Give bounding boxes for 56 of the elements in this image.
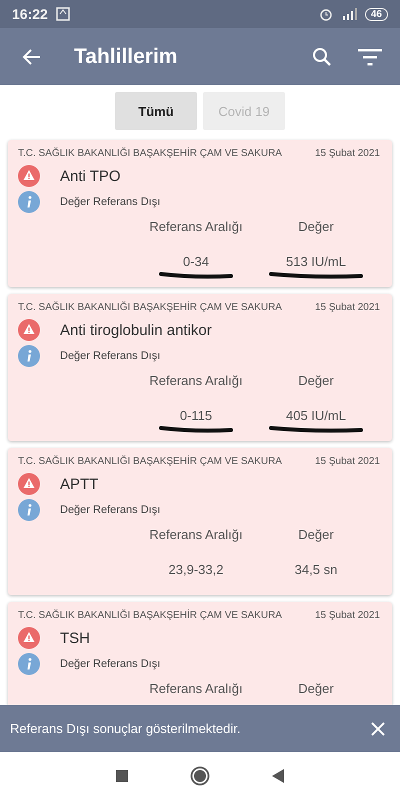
range-label: Referans Aralığı (149, 373, 243, 388)
info-icon (18, 499, 40, 521)
status-time: 16:22 (12, 6, 48, 22)
value-label: Değer (298, 219, 334, 234)
value-label: Değer (298, 681, 334, 696)
result-date: 15 Şubat 2021 (314, 610, 380, 621)
screen-title: Tahlillerim (74, 44, 178, 68)
signal-icon (340, 8, 357, 20)
institution-name: T.C. SAĞLIK BAKANLIĞI BAŞAKŞEHİR ÇAM VE SAKURA (18, 302, 282, 313)
institution-name: T.C. SAĞLIK BAKANLIĞI BAŞAKŞEHİR ÇAM VE SAKURA (18, 148, 282, 159)
home-button[interactable] (190, 766, 210, 786)
result-status: Değer Referans Dışı (60, 658, 160, 670)
result-value: 513 IU/mL (286, 254, 346, 269)
test-name: APTT (60, 476, 98, 492)
info-icon (18, 345, 40, 367)
warning-icon (18, 627, 40, 649)
test-name: Anti TPO (60, 168, 121, 184)
snackbar-message: Referans Dışı sonuçlar gösterilmektedir. (10, 721, 242, 736)
result-card[interactable]: T.C. SAĞLIK BAKANLIĞI BAŞAKŞEHİR ÇAM VE SAKURA 15 Şubat 2021 Anti TPO Değer Referans Dışı Referans Aralığı Değer 0-34 513 IU/mL (8, 140, 392, 287)
value-label: Değer (298, 373, 334, 388)
warning-icon (18, 473, 40, 495)
back-nav-button[interactable] (272, 769, 284, 783)
result-date: 15 Şubat 2021 (314, 302, 380, 313)
close-icon[interactable] (370, 720, 386, 736)
range-label: Referans Aralığı (149, 527, 243, 542)
result-date: 15 Şubat 2021 (314, 148, 380, 159)
info-icon (18, 653, 40, 675)
range-label: Referans Aralığı (149, 219, 243, 234)
result-date: 15 Şubat 2021 (314, 456, 380, 467)
back-arrow-icon[interactable] (22, 46, 42, 66)
range-value: 0-115 (180, 408, 212, 423)
warning-icon (18, 319, 40, 341)
institution-name: T.C. SAĞLIK BAKANLIĞI BAŞAKŞEHİR ÇAM VE SAKURA (18, 456, 282, 467)
alarm-icon (318, 7, 333, 21)
result-status: Değer Referans Dışı (60, 196, 160, 208)
institution-name: T.C. SAĞLIK BAKANLIĞI BAŞAKŞEHİR ÇAM VE SAKURA (18, 610, 282, 621)
result-value: 405 IU/mL (286, 408, 346, 423)
result-status: Değer Referans Dışı (60, 350, 160, 362)
test-name: Anti tiroglobulin antikor (60, 322, 212, 338)
range-value: 0-34 (182, 254, 210, 269)
result-card[interactable]: T.C. SAĞLIK BAKANLIĞI BAŞAKŞEHİR ÇAM VE SAKURA 15 Şubat 2021 Anti tiroglobulin antikor Değer Referans Dışı Referans Aralığı Değer 0-115 405 IU/mL (8, 294, 392, 441)
result-card[interactable]: T.C. SAĞLIK BAKANLIĞI BAŞAKŞEHİR ÇAM VE SAKURA 15 Şubat 2021 TSH Değer Referans Dışı Referans Aralığı Değer (8, 602, 392, 705)
result-value: 34,5 sn (294, 562, 338, 577)
filter-tab[interactable]: Tümü (115, 92, 197, 130)
range-label: Referans Aralığı (149, 681, 243, 696)
result-card[interactable]: T.C. SAĞLIK BAKANLIĞI BAŞAKŞEHİR ÇAM VE SAKURA 15 Şubat 2021 APTT Değer Referans Dışı Referans Aralığı Değer 23,9-33,2 34,5 sn (8, 448, 392, 595)
result-status: Değer Referans Dışı (60, 504, 160, 516)
value-label: Değer (298, 527, 334, 542)
warning-icon (18, 165, 40, 187)
filter-icon[interactable] (358, 48, 382, 66)
battery-indicator: 46 (364, 8, 388, 20)
info-icon (18, 191, 40, 213)
notification-icon (56, 7, 70, 21)
range-value: 23,9-33,2 (168, 562, 224, 577)
search-icon[interactable] (312, 46, 332, 66)
test-name: TSH (60, 630, 90, 646)
